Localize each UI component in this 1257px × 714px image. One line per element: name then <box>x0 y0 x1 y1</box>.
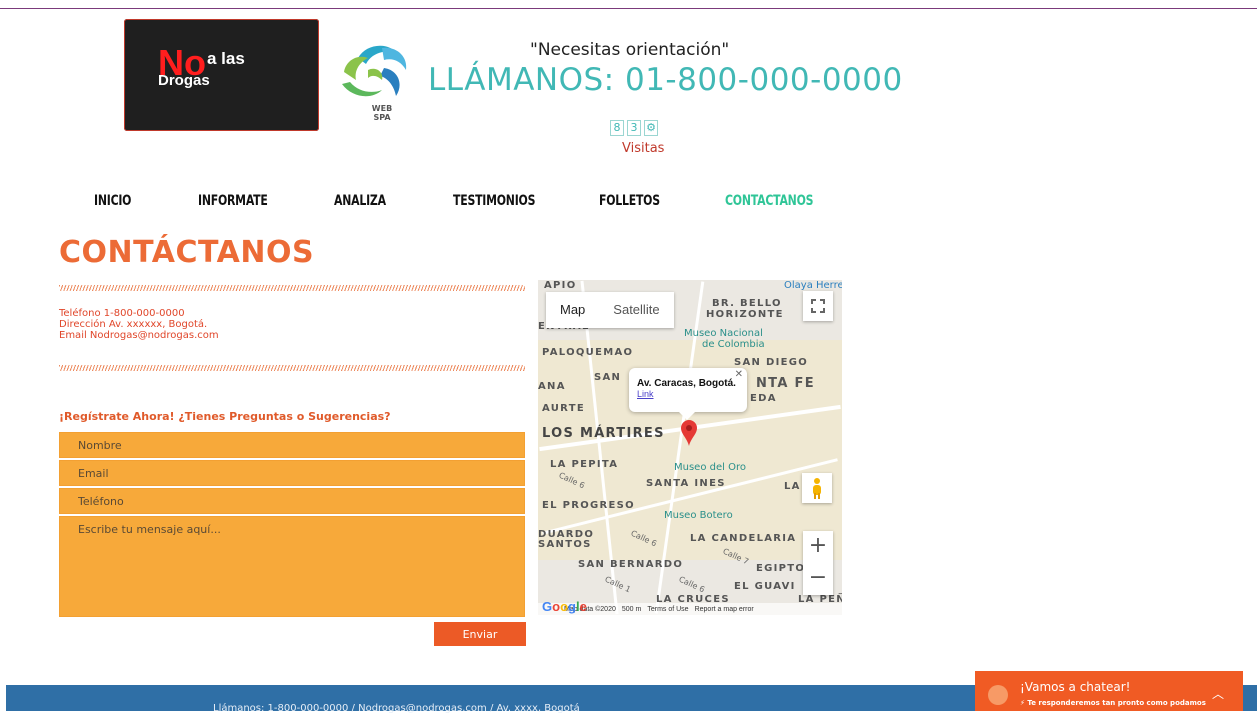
map-type-control: Map Satellite <box>546 292 674 328</box>
street-view-pegman-icon[interactable] <box>802 473 832 503</box>
fullscreen-icon[interactable] <box>803 291 833 321</box>
map-label: SAN BERNARDO <box>578 559 684 570</box>
map-label: EDA <box>750 393 777 404</box>
web-spa-text: WEB SPA <box>371 104 393 122</box>
message-textarea[interactable] <box>60 517 524 616</box>
map-label: LA PEPITA <box>550 459 619 470</box>
zoom-control: + − <box>803 531 833 595</box>
counter-digit: 8 <box>610 120 624 136</box>
infowindow-title: Av. Caracas, Bogotá. <box>637 378 736 389</box>
chat-avatar-icon <box>988 685 1008 705</box>
footer-contact-text: Llámanos: 1-800-000-0000 / Nodrogas@nodr… <box>213 703 580 714</box>
map-label: BR. BELLO <box>712 298 782 309</box>
chevron-up-icon[interactable]: ︿ <box>1212 685 1224 702</box>
map-label: NTA FE <box>756 376 815 391</box>
name-input[interactable] <box>60 433 524 457</box>
message-field-wrapper <box>59 516 525 617</box>
page-title: CONTÁCTANOS <box>59 235 315 270</box>
map-label: ANA <box>538 381 566 392</box>
map-label: SANTOS <box>538 539 592 550</box>
counter-icon: ⚙ <box>644 120 658 136</box>
google-logo: Google <box>542 599 587 614</box>
orientation-text: "Necesitas orientación" <box>530 40 730 60</box>
map-label: Olaya Herrer <box>784 280 842 291</box>
contact-phone: Teléfono 1-800-000-0000 <box>59 308 185 319</box>
no-a-las-drogas-logo[interactable]: No a las Drogas <box>124 19 319 131</box>
nav-informate[interactable]: INFORMATE <box>198 193 268 209</box>
submit-button[interactable]: Enviar <box>434 622 526 646</box>
map-label: SANTA INES <box>646 478 726 489</box>
decorative-divider <box>59 285 525 291</box>
main-nav: INICIO INFORMATE ANALIZA TESTIMONIOS FOL… <box>0 193 1257 213</box>
map-label: de Colombia <box>702 339 765 350</box>
phone-input[interactable] <box>60 489 524 513</box>
nav-folletos[interactable]: FOLLETOS <box>599 193 660 209</box>
map-tab[interactable]: Map <box>546 292 599 328</box>
nav-analiza[interactable]: ANALIZA <box>334 193 386 209</box>
email-input[interactable] <box>60 461 524 485</box>
map-label: HORIZONTE <box>706 309 784 320</box>
top-divider <box>0 8 1257 9</box>
visits-label: Visitas <box>622 141 665 156</box>
map-label: Museo del Oro <box>674 462 746 473</box>
map-label: SAN DIEGO <box>734 357 809 368</box>
map-label: LA CANDELARIA <box>690 533 797 544</box>
map-label: EL PROGRESO <box>542 500 635 511</box>
logo-drogas-text: Drogas <box>158 72 210 89</box>
zoom-in-icon[interactable]: + <box>803 531 833 563</box>
map-label: Calle 6 <box>677 574 707 595</box>
google-map[interactable]: APIO Olaya Herrer BR. BELLO HORIZONTE EN… <box>538 280 842 615</box>
infowindow-link[interactable]: Link <box>637 389 739 399</box>
name-field-wrapper <box>59 432 525 458</box>
email-field-wrapper <box>59 460 525 486</box>
nav-inicio[interactable]: INICIO <box>94 193 131 209</box>
map-label: SAN <box>594 372 622 383</box>
map-label: LA <box>784 481 801 492</box>
close-icon[interactable]: ✕ <box>735 369 743 380</box>
counter-digit: 3 <box>627 120 641 136</box>
contact-address: Dirección Av. xxxxxx, Bogotá. <box>59 319 208 330</box>
map-label: PALOQUEMAO <box>542 347 634 358</box>
chat-title: ¡Vamos a chatear! <box>1020 680 1131 694</box>
map-label: APIO <box>544 280 577 291</box>
phone-banner[interactable]: LLÁMANOS: 01-800-000-0000 <box>428 62 903 98</box>
nav-testimonios[interactable]: TESTIMONIOS <box>453 193 535 209</box>
map-scale-text[interactable]: 500 m <box>622 606 641 613</box>
chat-subtitle: ⚡ Te responderemos tan pronto como podam… <box>1020 699 1206 707</box>
terms-link[interactable]: Terms of Use <box>647 606 688 613</box>
zoom-out-icon[interactable]: − <box>803 563 833 595</box>
contact-email: Email Nodrogas@nodrogas.com <box>59 330 219 341</box>
satellite-tab[interactable]: Satellite <box>599 292 673 328</box>
nav-contactanos[interactable]: CONTACTANOS <box>725 193 814 209</box>
map-label: EL GUAVI <box>734 581 796 592</box>
phone-field-wrapper <box>59 488 525 514</box>
map-marker-icon[interactable] <box>681 420 697 446</box>
map-label: Museo Botero <box>664 510 733 521</box>
logo-alas-text: a las <box>207 49 245 68</box>
map-label: Calle 1 <box>603 574 633 595</box>
map-label: LOS MÁRTIRES <box>542 426 665 441</box>
chat-widget[interactable]: ¡Vamos a chatear! ⚡ Te responderemos tan… <box>975 671 1243 711</box>
decorative-divider <box>59 365 525 371</box>
report-error-link[interactable]: Report a map error <box>695 606 754 613</box>
map-label: AURTE <box>542 403 585 414</box>
visit-counter: 8 3 ⚙ <box>610 120 658 136</box>
map-label: EGIPTO <box>756 563 806 574</box>
map-label: Museo Nacional <box>684 328 763 339</box>
form-heading: ¡Regístrate Ahora! ¿Tienes Preguntas o S… <box>59 410 391 423</box>
map-infowindow: Av. Caracas, Bogotá. Link ✕ <box>629 368 747 420</box>
contact-info: Teléfono 1-800-000-0000 Dirección Av. xx… <box>59 308 219 341</box>
